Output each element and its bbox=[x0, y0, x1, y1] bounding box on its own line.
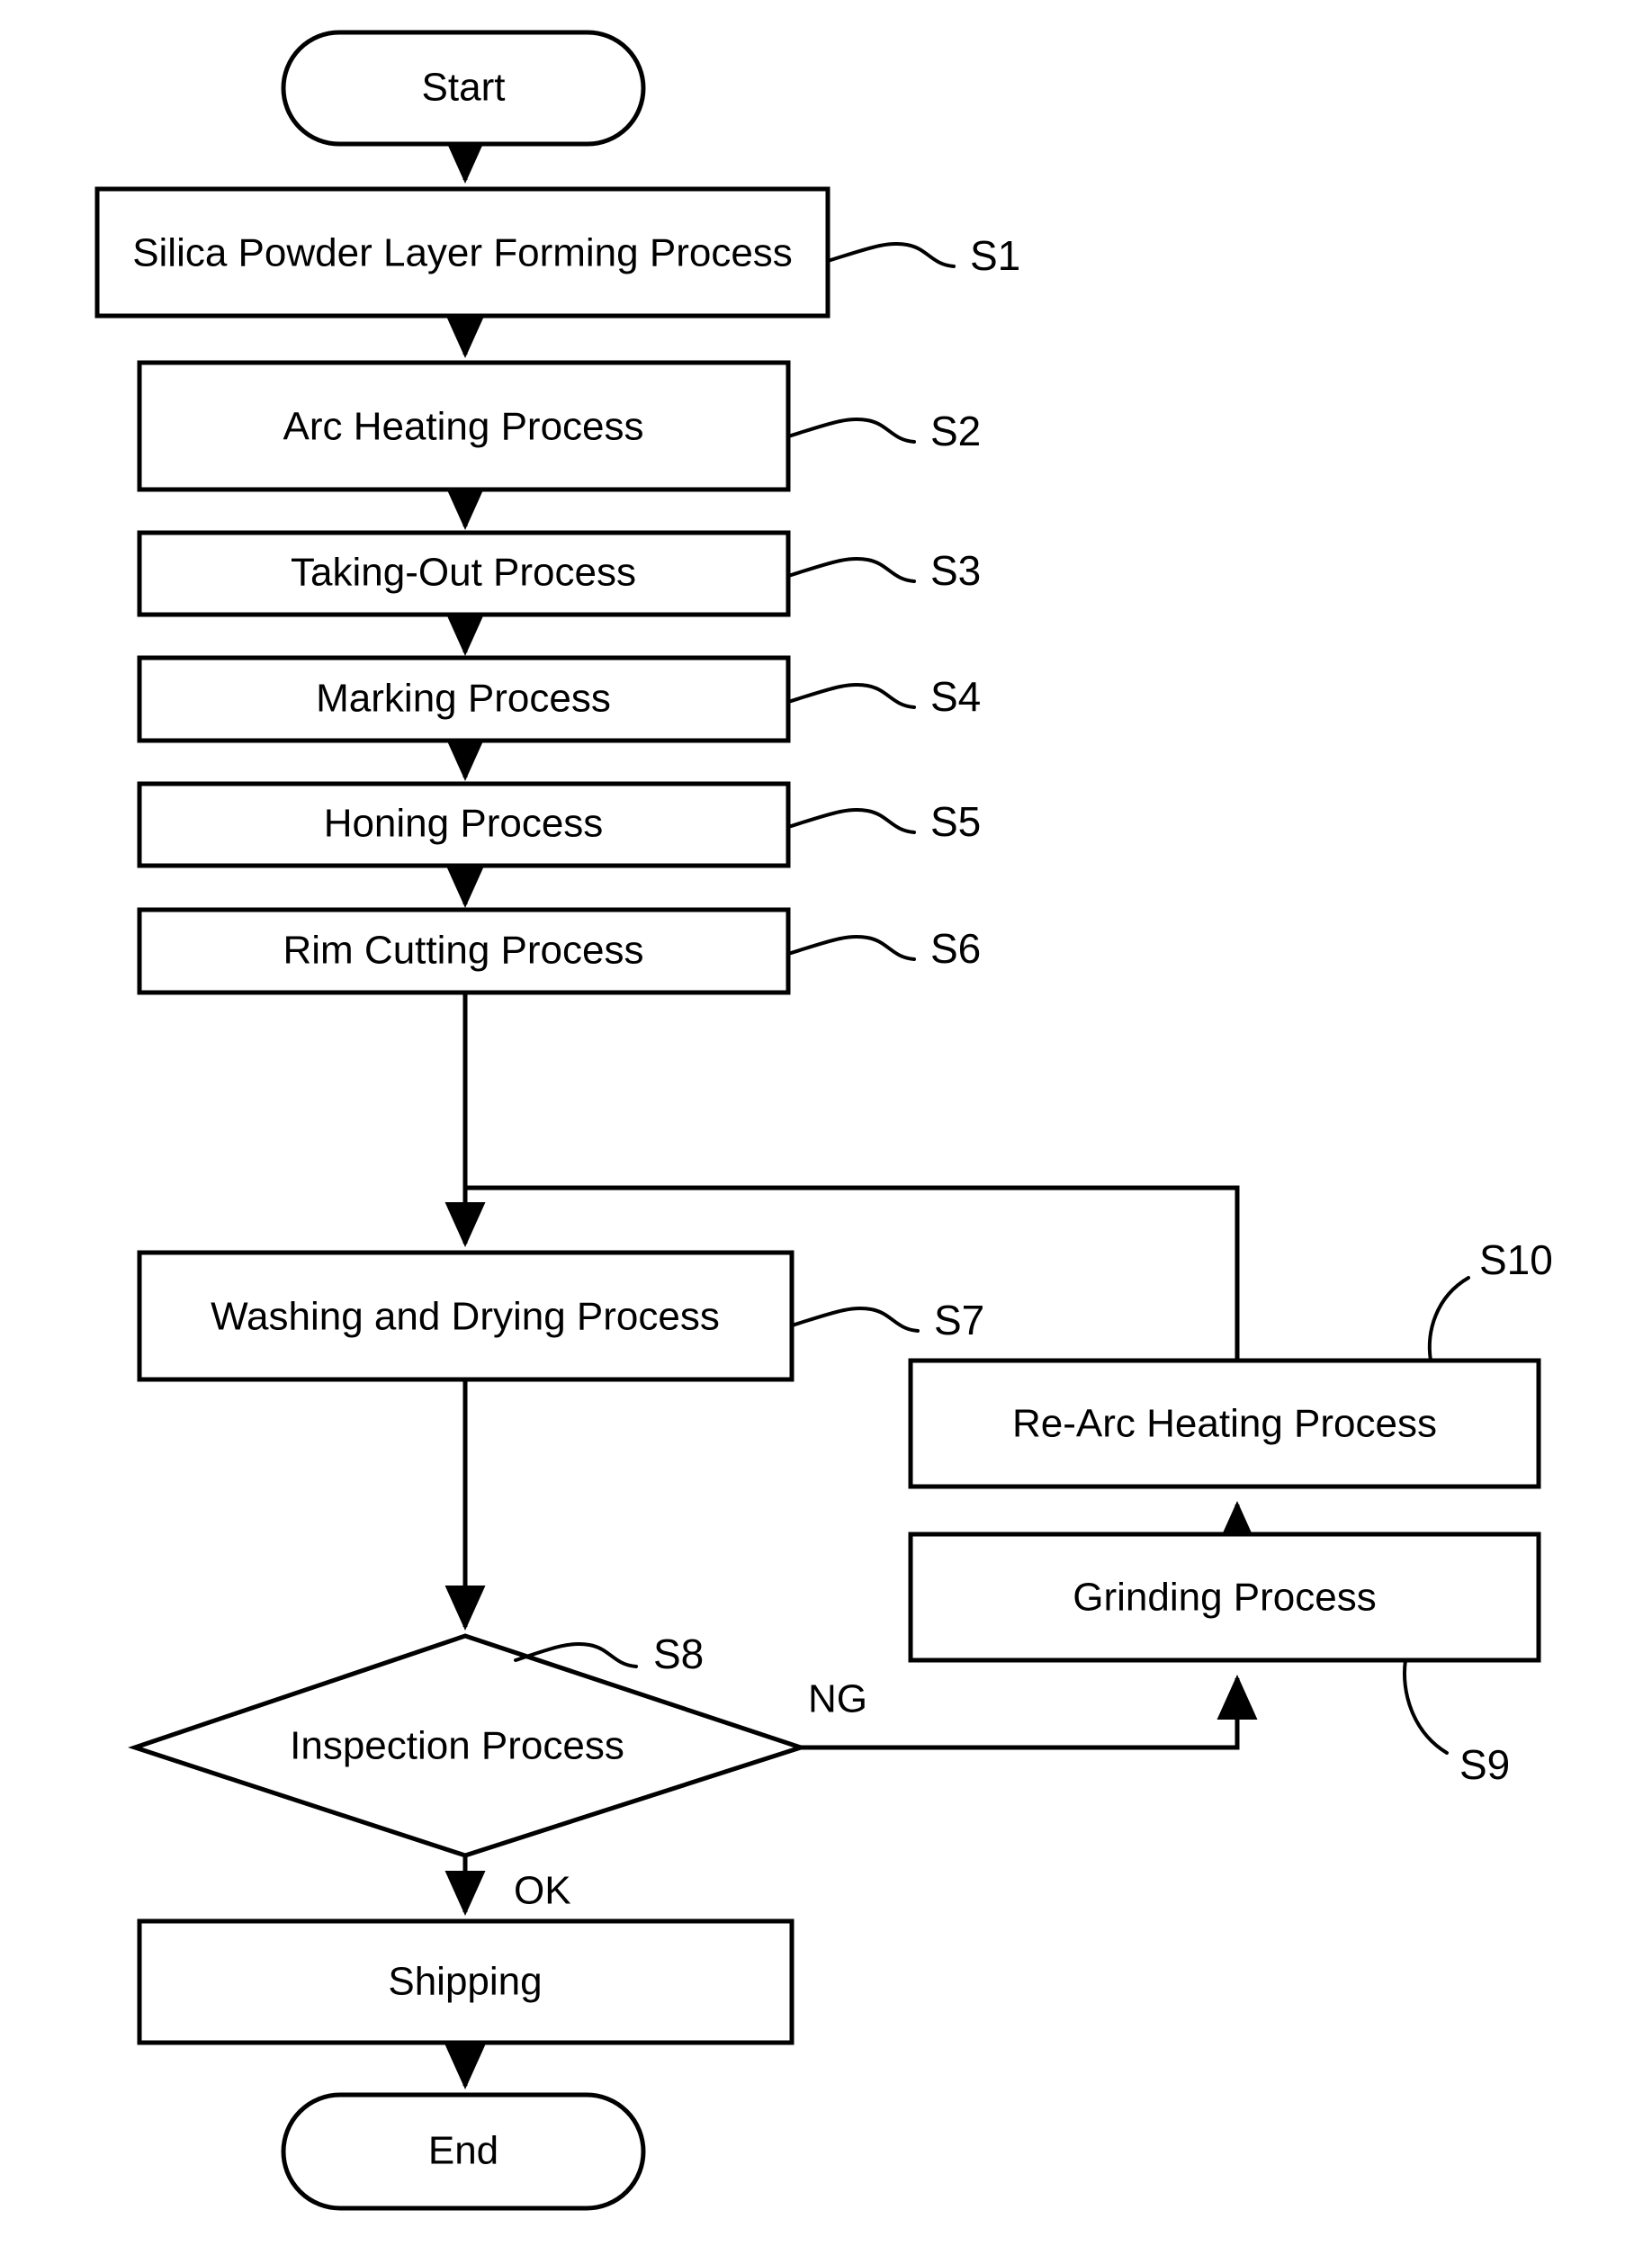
node-shipping[interactable]: Shipping bbox=[137, 1918, 795, 2045]
callout-s4: S4 bbox=[786, 673, 981, 720]
s9-leader-line bbox=[1403, 1658, 1449, 1755]
s10-leader-line bbox=[1427, 1276, 1470, 1362]
s9-ref-label: S9 bbox=[1459, 1741, 1510, 1788]
s7-ref-label: S7 bbox=[934, 1297, 984, 1343]
node-s6[interactable]: Rim Cutting Process bbox=[137, 907, 791, 995]
node-start[interactable]: Start bbox=[281, 30, 646, 147]
node-s5[interactable]: Honing Process bbox=[137, 781, 791, 868]
s10-label: Re-Arc Heating Process bbox=[1012, 1402, 1437, 1446]
branch-label-ng: NG bbox=[808, 1677, 867, 1721]
callout-s2: S2 bbox=[786, 408, 981, 454]
callout-s7: S7 bbox=[790, 1297, 984, 1343]
s3-ref-label: S3 bbox=[930, 547, 981, 594]
s6-ref-label: S6 bbox=[930, 925, 981, 972]
s2-leader-line bbox=[786, 417, 916, 444]
node-s1[interactable]: Silica Powder Layer Forming Process bbox=[94, 186, 830, 319]
s6-leader-line bbox=[786, 934, 916, 961]
s6-label: Rim Cutting Process bbox=[283, 929, 643, 973]
s1-label: Silica Powder Layer Forming Process bbox=[132, 231, 793, 275]
flowchart-diagram: Start Silica Powder Layer Forming Proces… bbox=[0, 0, 1652, 2264]
s7-label: Washing and Drying Process bbox=[211, 1295, 720, 1339]
callout-s10: S10 bbox=[1427, 1236, 1553, 1362]
s2-ref-label: S2 bbox=[930, 408, 981, 454]
s4-ref-label: S4 bbox=[930, 673, 981, 720]
s1-leader-line bbox=[826, 241, 956, 268]
callout-s3: S3 bbox=[786, 547, 981, 594]
node-end[interactable]: End bbox=[281, 2092, 646, 2211]
node-s2[interactable]: Arc Heating Process bbox=[137, 360, 791, 492]
s8-label: Inspection Process bbox=[290, 1724, 624, 1768]
diagram-canvas: Start Silica Powder Layer Forming Proces… bbox=[94, 30, 1553, 2211]
branch-label-ok: OK bbox=[514, 1869, 571, 1913]
s4-leader-line bbox=[786, 682, 916, 709]
node-s9[interactable]: Grinding Process bbox=[908, 1532, 1541, 1663]
callout-s5: S5 bbox=[786, 798, 981, 845]
s1-ref-label: S1 bbox=[970, 232, 1020, 279]
s10-ref-label: S10 bbox=[1479, 1236, 1553, 1283]
start-label: Start bbox=[422, 66, 506, 110]
s2-label: Arc Heating Process bbox=[283, 405, 643, 449]
callout-s1: S1 bbox=[826, 232, 1020, 279]
callout-s6: S6 bbox=[786, 925, 981, 972]
s8-ref-label: S8 bbox=[653, 1631, 704, 1677]
callout-s9: S9 bbox=[1403, 1658, 1510, 1788]
s5-label: Honing Process bbox=[324, 802, 604, 846]
s3-leader-line bbox=[786, 556, 916, 583]
node-s7[interactable]: Washing and Drying Process bbox=[137, 1250, 795, 1382]
node-s3[interactable]: Taking-Out Process bbox=[137, 530, 791, 617]
s5-ref-label: S5 bbox=[930, 798, 981, 845]
node-s4[interactable]: Marking Process bbox=[137, 655, 791, 743]
shipping-label: Shipping bbox=[388, 1960, 542, 2004]
s9-label: Grinding Process bbox=[1073, 1576, 1376, 1620]
end-label: End bbox=[428, 2129, 498, 2173]
s3-label: Taking-Out Process bbox=[291, 551, 636, 595]
s7-leader-line bbox=[790, 1306, 920, 1333]
node-s10[interactable]: Re-Arc Heating Process bbox=[908, 1358, 1541, 1489]
s4-label: Marking Process bbox=[316, 677, 611, 721]
s5-leader-line bbox=[786, 807, 916, 834]
